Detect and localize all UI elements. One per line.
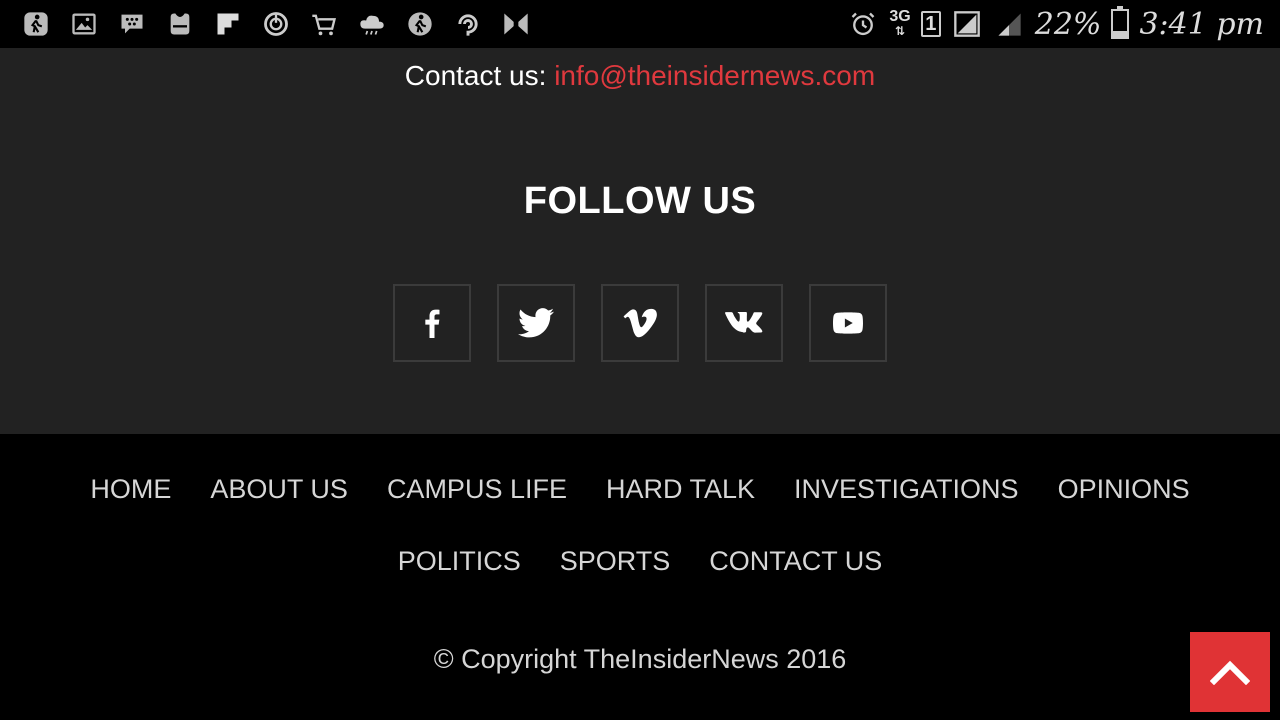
alarm-icon bbox=[847, 8, 879, 40]
sync-icon bbox=[260, 8, 292, 40]
youtube-button[interactable] bbox=[809, 284, 887, 362]
nav-politics[interactable]: POLITICS bbox=[398, 546, 521, 577]
follow-us-heading: FOLLOW US bbox=[523, 180, 757, 222]
signal-icon bbox=[993, 8, 1025, 40]
battery-percent: 22% bbox=[1034, 6, 1102, 42]
chevron-up-icon bbox=[1210, 660, 1250, 685]
walk-icon bbox=[20, 8, 52, 40]
cloud-icon bbox=[356, 8, 388, 40]
clock: 3:41 pm bbox=[1139, 6, 1264, 42]
facebook-button[interactable] bbox=[393, 284, 471, 362]
twitter-icon bbox=[518, 308, 554, 338]
image-icon bbox=[68, 8, 100, 40]
vimeo-button[interactable] bbox=[601, 284, 679, 362]
nav-sports[interactable]: SPORTS bbox=[560, 546, 671, 577]
nav-opinions[interactable]: OPINIONS bbox=[1058, 474, 1190, 505]
hook-icon bbox=[452, 8, 484, 40]
footer-nav-panel: HOME ABOUT US CAMPUS LIFE HARD TALK INVE… bbox=[0, 434, 1280, 720]
flipboard-icon bbox=[212, 8, 244, 40]
nav-home[interactable]: HOME bbox=[90, 474, 171, 505]
copyright-text: © Copyright TheInsiderNews 2016 bbox=[433, 644, 847, 674]
nav-investigations[interactable]: INVESTIGATIONS bbox=[794, 474, 1019, 505]
bbm-icon bbox=[116, 8, 148, 40]
nav-about-us[interactable]: ABOUT US bbox=[210, 474, 348, 505]
footer-info-panel: Contact us: info@theinsidernews.com FOLL… bbox=[0, 48, 1280, 434]
bowtie-icon bbox=[500, 8, 532, 40]
nav-campus-life[interactable]: CAMPUS LIFE bbox=[387, 474, 567, 505]
sim-indicator: 1 bbox=[920, 11, 941, 37]
walk-icon bbox=[404, 8, 436, 40]
vk-button[interactable] bbox=[705, 284, 783, 362]
scroll-to-top-button[interactable] bbox=[1190, 632, 1270, 712]
contact-line: Contact us: info@theinsidernews.com bbox=[0, 60, 1280, 92]
twitter-button[interactable] bbox=[497, 284, 575, 362]
no-signal-icon bbox=[951, 8, 983, 40]
facebook-icon bbox=[425, 309, 440, 338]
network-type: 3G ⇅ bbox=[889, 8, 911, 39]
social-links bbox=[0, 284, 1280, 362]
status-bar: 3G ⇅ 1 22% 3:41 pm bbox=[0, 0, 1280, 48]
galaxy-icon bbox=[164, 8, 196, 40]
notification-icons bbox=[20, 8, 532, 40]
contact-label: Contact us: bbox=[404, 60, 555, 91]
contact-email-link[interactable]: info@theinsidernews.com bbox=[554, 60, 875, 91]
nav-hard-talk[interactable]: HARD TALK bbox=[606, 474, 755, 505]
footer-nav-row-2: POLITICS SPORTS CONTACT US bbox=[0, 546, 1280, 577]
nav-contact-us[interactable]: CONTACT US bbox=[709, 546, 882, 577]
system-indicators: 3G ⇅ 1 22% 3:41 pm bbox=[847, 6, 1264, 42]
footer-nav-row-1: HOME ABOUT US CAMPUS LIFE HARD TALK INVE… bbox=[0, 474, 1280, 505]
battery-icon bbox=[1111, 6, 1130, 39]
cart-icon bbox=[308, 8, 340, 40]
youtube-icon bbox=[833, 312, 863, 334]
vimeo-icon bbox=[623, 308, 657, 338]
vk-icon bbox=[725, 312, 763, 333]
